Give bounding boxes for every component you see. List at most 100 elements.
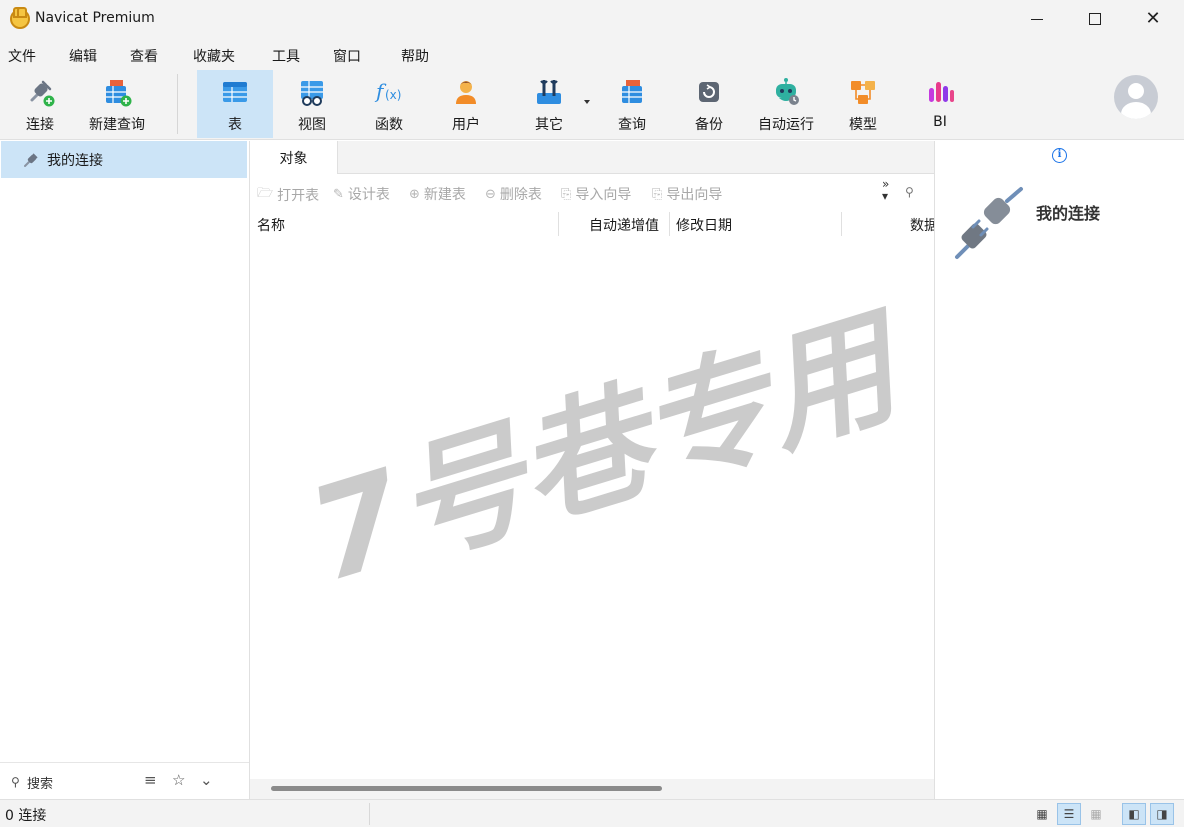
table-button[interactable]: 表 bbox=[197, 70, 273, 138]
automation-label: 自动运行 bbox=[758, 117, 814, 133]
new-table-label: 新建表 bbox=[423, 187, 466, 203]
scrollbar-thumb[interactable] bbox=[271, 786, 662, 791]
automation-button[interactable]: 自动运行 bbox=[752, 70, 820, 138]
object-panel: 对象 🗁 打开表 ✎ 设计表 ⊕ 新建表 ⊖ 删除表 ⎘ 导入向导 ⎘ 导出向导 » ▾ ⚲ … bbox=[250, 141, 934, 799]
navicat-logo-icon bbox=[10, 7, 30, 29]
other-button[interactable]: 其它 bbox=[522, 70, 576, 138]
close-icon: ✕ bbox=[1145, 8, 1161, 29]
toggle-right-pane-icon[interactable]: ◨ bbox=[1150, 803, 1174, 825]
column-data[interactable]: 数据 bbox=[910, 215, 934, 235]
sidebar-search-bar: ⚲ 搜索 ≡ ☆ ⌄ bbox=[0, 762, 249, 799]
tab-objects[interactable]: 对象 bbox=[250, 141, 338, 174]
pencil-icon: ✎ bbox=[333, 186, 344, 202]
minimize-button[interactable] bbox=[1008, 0, 1066, 38]
search-icon: ⚲ bbox=[11, 775, 20, 789]
main-toolbar: 连接 新建查询 表 视图 f (x) 函数 用户 其它 查询 备份 自动运行 模… bbox=[0, 70, 1184, 140]
horizontal-scrollbar[interactable] bbox=[250, 779, 934, 799]
column-divider[interactable] bbox=[558, 212, 559, 236]
tools-icon bbox=[537, 80, 561, 104]
export-wizard-label: 导出向导 bbox=[666, 187, 723, 203]
connection-count: 0 连接 bbox=[5, 808, 47, 824]
function-button[interactable]: f (x) 函数 bbox=[362, 70, 416, 138]
query-icon bbox=[622, 80, 642, 103]
plug-icon bbox=[30, 80, 55, 107]
object-search-icon[interactable]: ⚲ bbox=[905, 185, 914, 199]
backup-label: 备份 bbox=[695, 117, 723, 133]
list-view-icon[interactable]: ☰ bbox=[1057, 803, 1081, 825]
design-table-label: 设计表 bbox=[347, 187, 390, 203]
toggle-left-pane-icon[interactable]: ◧ bbox=[1122, 803, 1146, 825]
delete-table-button[interactable]: ⊖ 删除表 bbox=[485, 184, 542, 204]
menu-window[interactable]: 窗口 bbox=[333, 46, 361, 66]
filter-icon[interactable]: ≡ bbox=[144, 771, 157, 789]
export-wizard-button[interactable]: ⎘ 导出向导 bbox=[652, 184, 722, 204]
grid-view-icon[interactable]: ▦ bbox=[1030, 803, 1054, 825]
svg-text:(x): (x) bbox=[385, 88, 401, 102]
bi-icon bbox=[929, 82, 954, 102]
column-divider[interactable] bbox=[669, 212, 670, 236]
function-label: 函数 bbox=[375, 117, 403, 133]
menu-edit[interactable]: 编辑 bbox=[69, 46, 97, 66]
menu-tools[interactable]: 工具 bbox=[272, 46, 300, 66]
view-label: 视图 bbox=[298, 117, 326, 133]
connect-button[interactable]: 连接 bbox=[14, 70, 66, 138]
import-wizard-label: 导入向导 bbox=[575, 187, 632, 203]
info-icon[interactable]: i bbox=[1052, 148, 1067, 163]
plus-circle-icon: ⊕ bbox=[409, 186, 420, 202]
view-icon bbox=[301, 81, 323, 106]
new-query-icon bbox=[106, 80, 132, 107]
collapse-icon[interactable]: ⌄ bbox=[200, 771, 213, 789]
column-divider[interactable] bbox=[841, 212, 842, 236]
column-name[interactable]: 名称 bbox=[257, 215, 285, 235]
info-panel: i 我的连接 bbox=[934, 141, 1184, 799]
function-icon: f (x) bbox=[374, 79, 401, 103]
window-title: Navicat Premium bbox=[35, 10, 155, 26]
detail-view-icon[interactable]: ▦ bbox=[1084, 803, 1108, 825]
backup-icon bbox=[699, 82, 719, 102]
model-button[interactable]: 模型 bbox=[836, 70, 890, 138]
delete-table-label: 删除表 bbox=[499, 187, 542, 203]
table-label: 表 bbox=[228, 117, 242, 133]
menu-view[interactable]: 查看 bbox=[130, 46, 158, 66]
bi-label: BI bbox=[933, 114, 947, 130]
menu-help[interactable]: 帮助 bbox=[401, 46, 429, 66]
maximize-button[interactable] bbox=[1066, 0, 1124, 38]
backup-button[interactable]: 备份 bbox=[682, 70, 736, 138]
tree-item-label: 我的连接 bbox=[47, 153, 103, 169]
robot-icon bbox=[776, 78, 799, 105]
import-icon: ⎘ bbox=[561, 186, 572, 202]
menu-favorites[interactable]: 收藏夹 bbox=[193, 46, 235, 66]
new-query-button[interactable]: 新建查询 bbox=[84, 70, 150, 138]
user-icon bbox=[456, 81, 476, 104]
other-dropdown-arrow-icon[interactable] bbox=[584, 100, 590, 104]
import-wizard-button[interactable]: ⎘ 导入向导 bbox=[561, 184, 631, 204]
open-table-label: 打开表 bbox=[277, 188, 320, 204]
connection-tree-panel: 我的连接 ⚲ 搜索 ≡ ☆ ⌄ bbox=[0, 141, 250, 799]
user-button[interactable]: 用户 bbox=[439, 70, 493, 138]
folder-icon: 🗁 bbox=[257, 186, 274, 201]
tree-item-my-connections[interactable]: 我的连接 bbox=[1, 141, 247, 178]
design-table-button[interactable]: ✎ 设计表 bbox=[333, 184, 390, 204]
user-label: 用户 bbox=[452, 117, 480, 133]
status-bar: 0 连接 ▦ ☰ ▦ ◧ ◨ bbox=[0, 799, 1184, 827]
column-auto-increment[interactable]: 自动递增值 bbox=[589, 215, 659, 235]
user-avatar[interactable] bbox=[1114, 75, 1158, 119]
minus-circle-icon: ⊖ bbox=[485, 186, 496, 202]
object-toolbar: 🗁 打开表 ✎ 设计表 ⊕ 新建表 ⊖ 删除表 ⎘ 导入向导 ⎘ 导出向导 » ▾ ⚲ bbox=[250, 174, 934, 210]
more-actions-chevron-icon[interactable]: » ▾ bbox=[882, 178, 889, 202]
close-button[interactable]: ✕ bbox=[1124, 0, 1182, 38]
column-modified-date[interactable]: 修改日期 bbox=[676, 215, 732, 235]
view-button[interactable]: 视图 bbox=[285, 70, 339, 138]
sidebar-search-input[interactable]: 搜索 bbox=[27, 773, 53, 792]
open-table-button[interactable]: 🗁 打开表 bbox=[257, 184, 319, 206]
connection-plug-icon bbox=[955, 187, 1023, 259]
tab-bar: 对象 bbox=[250, 141, 934, 174]
minimize-icon bbox=[1031, 18, 1043, 20]
menu-file[interactable]: 文件 bbox=[8, 46, 36, 66]
model-label: 模型 bbox=[849, 117, 877, 133]
column-header-row: 名称 自动递增值 修改日期 数据 bbox=[250, 210, 934, 238]
bi-button[interactable]: BI bbox=[913, 70, 967, 138]
query-button[interactable]: 查询 bbox=[605, 70, 659, 138]
star-icon[interactable]: ☆ bbox=[172, 771, 185, 789]
new-table-button[interactable]: ⊕ 新建表 bbox=[409, 184, 466, 204]
